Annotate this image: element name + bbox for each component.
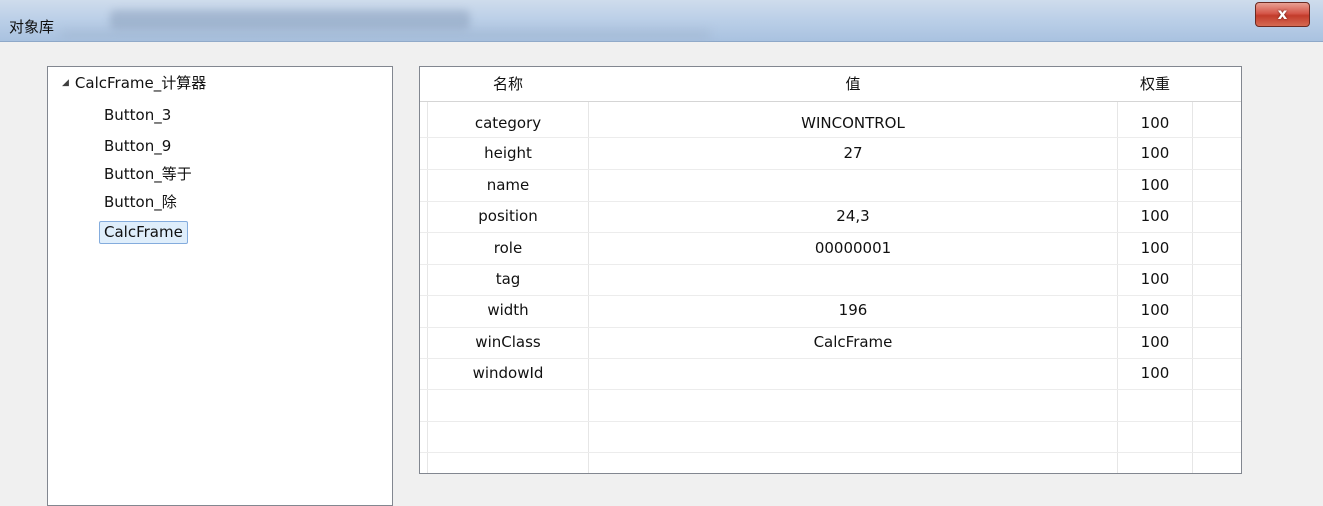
grid-header: 名称 值 权重 bbox=[420, 67, 1241, 102]
tree-item-button-3[interactable]: Button_3 bbox=[104, 105, 171, 125]
object-library-window: 对象库 x ◢ CalcFrame_计算器 Button_3 Button_9 … bbox=[0, 0, 1323, 506]
cell-name: winClass bbox=[475, 333, 541, 351]
row-divider bbox=[420, 389, 1241, 390]
cell-value bbox=[589, 358, 1117, 389]
close-button[interactable]: x bbox=[1255, 2, 1310, 27]
cell-value: 00000001 bbox=[814, 239, 892, 257]
cell-name: position bbox=[478, 207, 538, 225]
cell-value: WINCONTROL bbox=[801, 114, 905, 132]
cell-weight: 100 bbox=[1140, 364, 1170, 382]
cell-value: CalcFrame bbox=[813, 333, 893, 351]
header-weight[interactable]: 权重 bbox=[1118, 67, 1192, 102]
window-title: 对象库 bbox=[9, 18, 55, 36]
cell-weight: 100 bbox=[1140, 114, 1170, 132]
cell-weight: 100 bbox=[1140, 333, 1170, 351]
cell-name: width bbox=[487, 301, 529, 319]
cell-name: category bbox=[474, 114, 542, 132]
blurred-background bbox=[60, 30, 710, 40]
header-name[interactable]: 名称 bbox=[428, 67, 588, 102]
cell-name: height bbox=[484, 144, 532, 162]
cell-name: name bbox=[486, 176, 530, 194]
cell-value bbox=[589, 170, 1117, 201]
properties-grid[interactable]: 名称 值 权重 category WINCONTROL 100 height 2… bbox=[419, 66, 1242, 474]
object-tree[interactable]: ◢ CalcFrame_计算器 Button_3 Button_9 Button… bbox=[47, 66, 393, 506]
cell-weight: 100 bbox=[1140, 176, 1170, 194]
cell-weight: 100 bbox=[1140, 270, 1170, 288]
cell-value: 27 bbox=[843, 144, 863, 162]
cell-weight: 100 bbox=[1140, 207, 1170, 225]
cell-name: role bbox=[493, 239, 523, 257]
cell-weight: 100 bbox=[1140, 239, 1170, 257]
tree-root-item[interactable]: ◢ CalcFrame_计算器 bbox=[62, 73, 206, 93]
blurred-toolbar bbox=[110, 10, 470, 30]
cell-name: tag bbox=[495, 270, 521, 288]
window-content: ◢ CalcFrame_计算器 Button_3 Button_9 Button… bbox=[0, 42, 1323, 506]
tree-item-button-equals[interactable]: Button_等于 bbox=[104, 164, 192, 184]
cell-weight: 100 bbox=[1140, 301, 1170, 319]
close-icon: x bbox=[1277, 5, 1288, 23]
column-divider bbox=[1192, 67, 1193, 473]
cell-weight: 100 bbox=[1140, 144, 1170, 162]
tree-item-button-divide[interactable]: Button_除 bbox=[104, 192, 177, 212]
cell-value bbox=[589, 264, 1117, 295]
tree-item-button-9[interactable]: Button_9 bbox=[104, 136, 171, 156]
header-value[interactable]: 值 bbox=[589, 67, 1117, 102]
tree-item-calcframe[interactable]: CalcFrame bbox=[99, 221, 188, 244]
cell-name: windowId bbox=[472, 364, 544, 382]
row-divider bbox=[420, 452, 1241, 453]
title-bar[interactable]: 对象库 x bbox=[0, 0, 1323, 42]
row-divider bbox=[420, 421, 1241, 422]
cell-value: 24,3 bbox=[836, 207, 870, 225]
tree-root-label: CalcFrame_计算器 bbox=[74, 74, 207, 92]
expand-triangle-icon[interactable]: ◢ bbox=[62, 73, 69, 93]
cell-value: 196 bbox=[838, 301, 868, 319]
